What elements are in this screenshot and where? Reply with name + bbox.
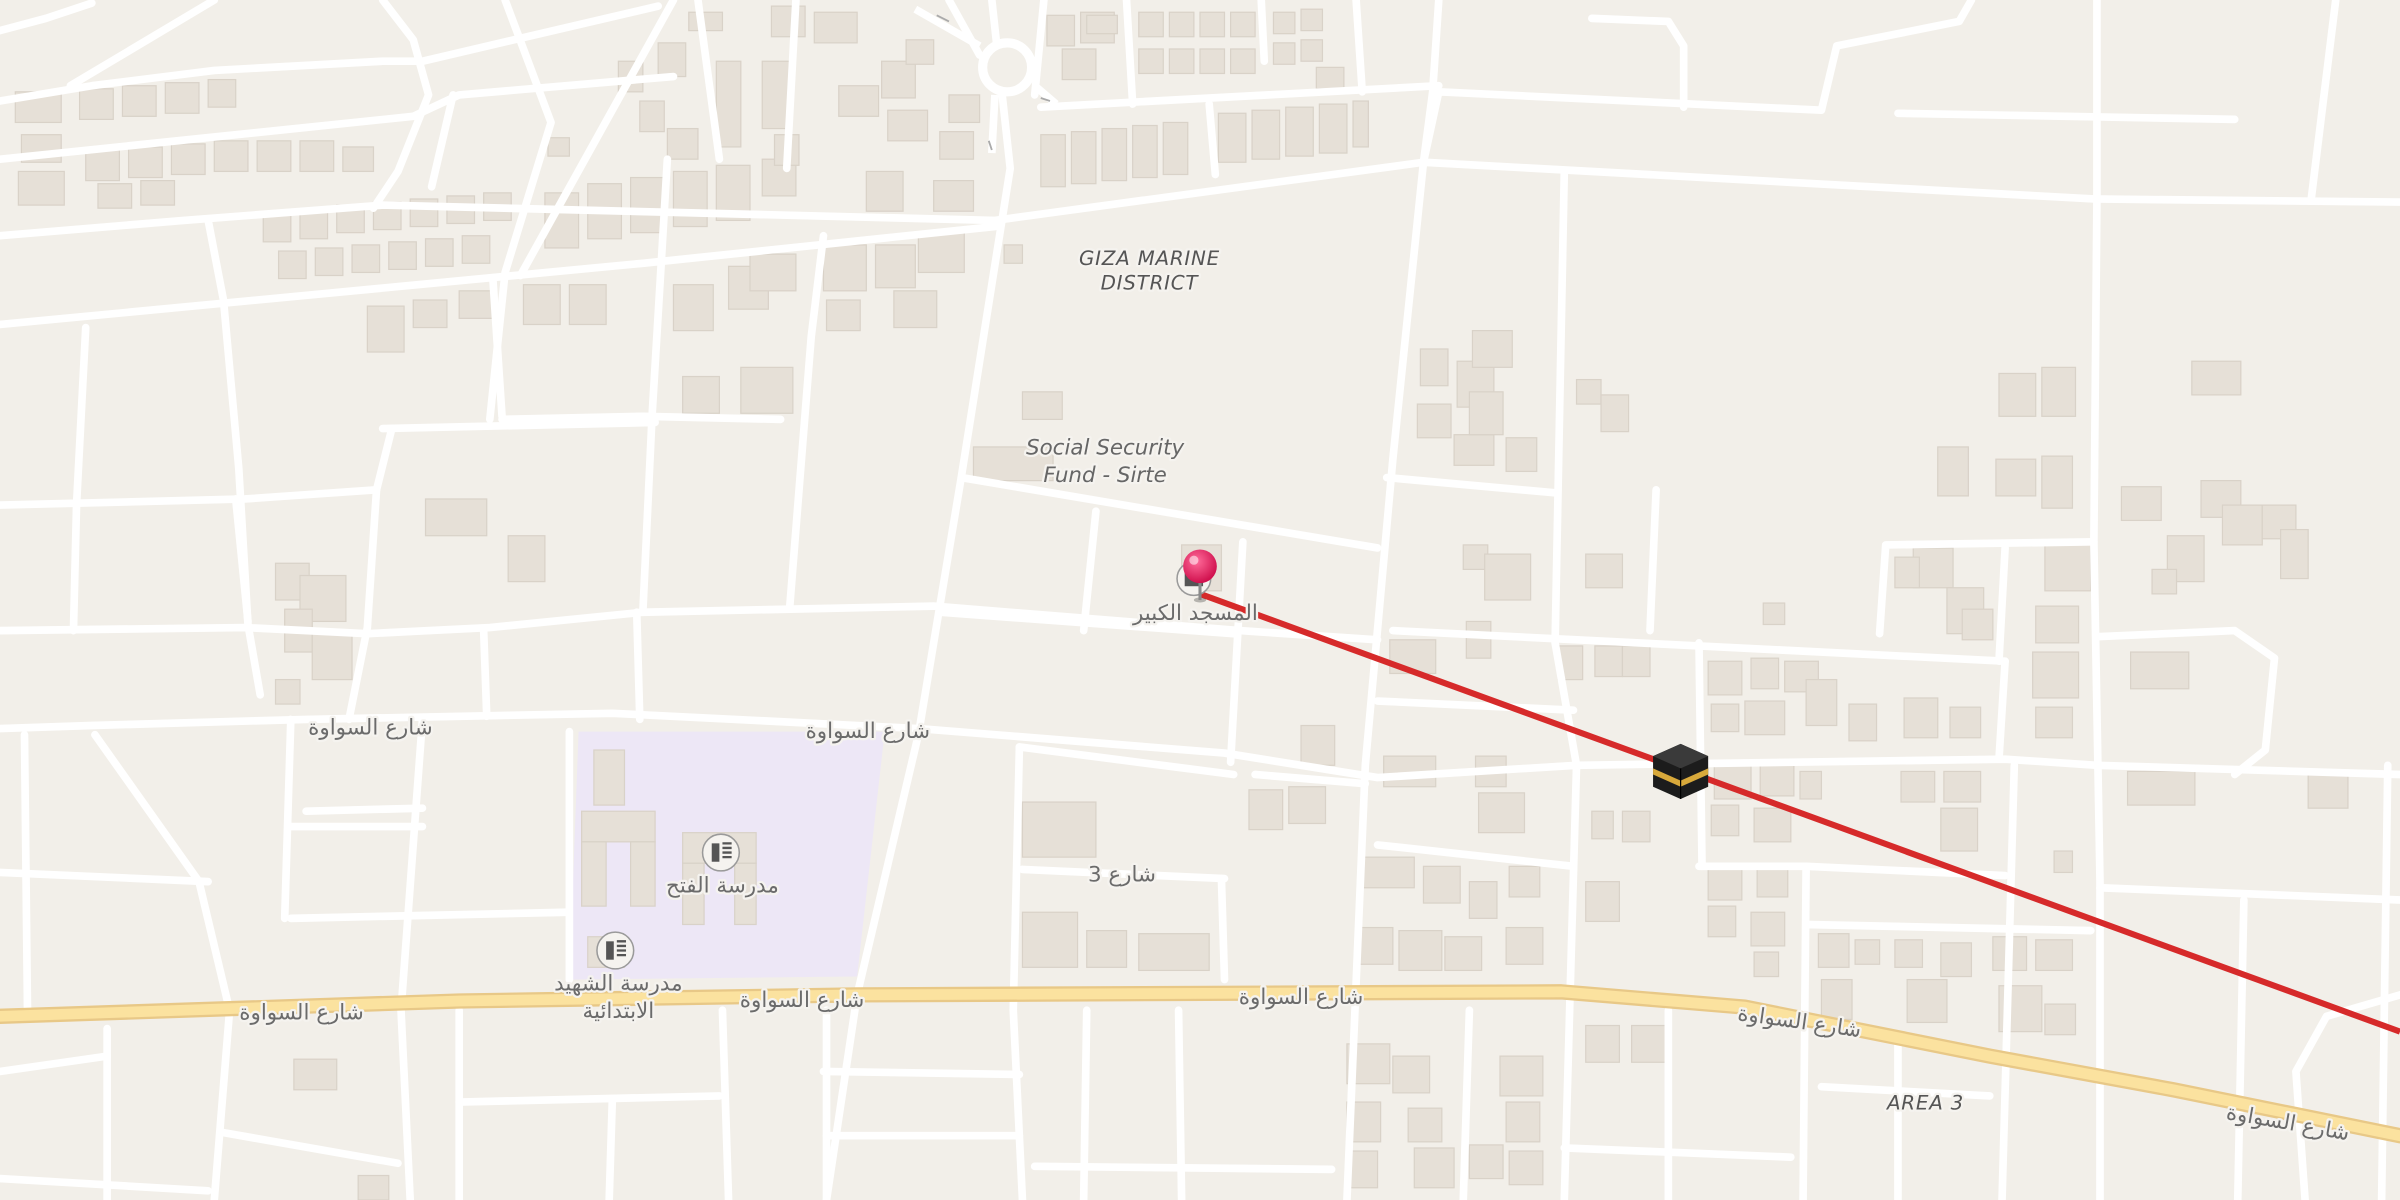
school-icon[interactable] <box>701 833 741 872</box>
poi-label-school-shahid-line2[interactable]: الابتدائية <box>580 997 656 1027</box>
street-label-sawawa: شارع السواوة <box>308 716 432 741</box>
street-label-street-3: شارع 3 <box>1088 863 1156 888</box>
poi-label-mosque[interactable]: المسجد الكبير <box>1130 599 1260 629</box>
poi-label-school-shahid[interactable]: مدرسة الشهيد <box>552 969 685 999</box>
poi-label-social-security-line2[interactable]: Fund - Sirte <box>1041 461 1169 491</box>
poi-label-social-security[interactable]: Social Security <box>1024 433 1187 463</box>
area-label-giza-marine: GIZA MARINE <box>1079 247 1220 270</box>
street-label-sawawa: شارع السواوة <box>740 988 865 1013</box>
street-label-sawawa: شارع السواوة <box>239 1000 364 1025</box>
school-icon-2[interactable] <box>596 931 635 970</box>
street-label-sawawa: شارع السواوة <box>1239 985 1364 1010</box>
street-label-sawawa: شارع السواوة <box>806 719 931 744</box>
area-label-area-3: AREA 3 <box>1885 1092 1964 1115</box>
map-canvas[interactable]: GIZA MARINE DISTRICT AREA 3 Social Secur… <box>0 0 2400 1200</box>
poi-label-school-fath[interactable]: مدرسة الفتح <box>664 871 781 901</box>
area-label-giza-district: DISTRICT <box>1101 271 1200 294</box>
